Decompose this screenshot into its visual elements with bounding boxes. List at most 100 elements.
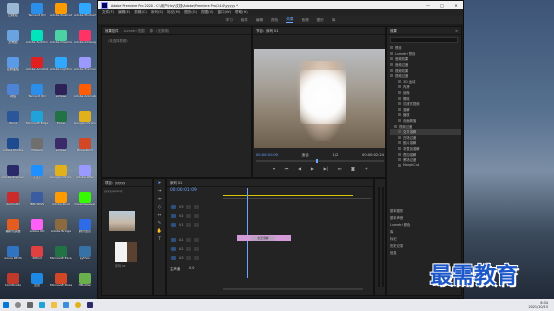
lock-icon[interactable] bbox=[186, 246, 192, 251]
workspace-tab[interactable]: 效果 bbox=[286, 17, 294, 23]
eye-icon[interactable] bbox=[194, 213, 200, 218]
v1-clip[interactable]: 交叉溶解 bbox=[237, 235, 291, 241]
desktop-shortcut[interactable]: 此电脑 bbox=[2, 30, 24, 54]
workspace-tab[interactable]: 图形 bbox=[317, 18, 324, 23]
desktop-shortcut[interactable]: Microsoft PowerPoint bbox=[50, 273, 72, 297]
track-target-icon[interactable] bbox=[171, 222, 176, 227]
lock-icon[interactable] bbox=[186, 255, 192, 260]
timeline-playhead[interactable] bbox=[247, 188, 248, 278]
desktop-shortcut[interactable]: Tencent QQ bbox=[26, 84, 48, 108]
desktop-shortcut[interactable]: Adobe Audition bbox=[26, 30, 48, 54]
minimize-button[interactable]: — bbox=[421, 3, 435, 8]
marker-icon[interactable]: ▾ bbox=[273, 166, 275, 173]
menu-item[interactable]: 编辑(E) bbox=[118, 10, 130, 15]
desktop-shortcut[interactable]: 迅雷 bbox=[26, 273, 48, 297]
desktop-shortcut[interactable]: XMind bbox=[26, 246, 48, 270]
desktop-shortcut[interactable]: Adobe After bbox=[74, 165, 96, 189]
eye-icon[interactable] bbox=[194, 237, 200, 242]
desktop-shortcut[interactable]: python bbox=[74, 246, 96, 270]
play-icon[interactable]: ▶ bbox=[311, 166, 314, 173]
desktop-shortcut[interactable]: 回收站 bbox=[2, 3, 24, 27]
desktop-shortcut[interactable]: Word bbox=[2, 111, 24, 135]
hand-icon[interactable]: ✋ bbox=[157, 229, 163, 235]
close-button[interactable]: ✕ bbox=[449, 3, 463, 8]
menu-item[interactable]: 视图(V) bbox=[201, 10, 213, 15]
desktop-shortcut[interactable]: Adobe Acrobat bbox=[26, 57, 48, 81]
step-back-icon[interactable]: ⏮ bbox=[285, 166, 289, 173]
desktop-shortcut[interactable]: 钉钉 bbox=[26, 165, 48, 189]
master-volume[interactable]: 0.0 bbox=[189, 266, 194, 270]
ripple-edit-icon[interactable]: ⟛ bbox=[157, 197, 163, 203]
eye-icon[interactable] bbox=[194, 246, 200, 251]
desktop-shortcut[interactable]: Microsoft Edge bbox=[26, 111, 48, 135]
menu-icon[interactable]: ≡ bbox=[455, 29, 458, 33]
desktop-shortcut[interactable]: IBM SPSS bbox=[26, 192, 48, 216]
sequence-thumbnail[interactable] bbox=[115, 242, 137, 262]
workspace-tab[interactable]: 库 bbox=[332, 18, 336, 23]
desktop-shortcut[interactable]: Excel bbox=[50, 111, 72, 135]
workspace-tab[interactable]: 编辑 bbox=[256, 18, 263, 23]
tab-program[interactable]: 节目：序列 01 bbox=[256, 28, 278, 33]
desktop-shortcut[interactable]: Google Chrome bbox=[74, 111, 96, 135]
panel-list-item[interactable]: 历史记录 bbox=[390, 242, 464, 249]
time-ruler[interactable] bbox=[223, 188, 371, 278]
tab-effects[interactable]: 效果 bbox=[390, 28, 397, 33]
timeline-scrollbar[interactable] bbox=[223, 288, 363, 290]
clock-date[interactable]: 2021/10/15 bbox=[528, 305, 548, 309]
track-header[interactable]: A1 bbox=[171, 236, 200, 243]
resolution-dropdown[interactable]: 1/2 bbox=[333, 153, 339, 157]
windows-start-icon[interactable] bbox=[3, 302, 9, 308]
workspace-tab[interactable]: 组件 bbox=[241, 18, 248, 23]
eye-icon[interactable] bbox=[194, 222, 200, 227]
desktop-shortcut[interactable]: PowerPoint bbox=[74, 138, 96, 162]
track-header[interactable]: V1 bbox=[171, 221, 200, 228]
chrome-icon[interactable] bbox=[75, 302, 81, 308]
desktop-shortcut[interactable]: Adobe Illustrator bbox=[50, 3, 72, 27]
panel-list-item[interactable]: 基本声音 bbox=[390, 214, 464, 221]
desktop-shortcut[interactable]: HBuilder bbox=[74, 273, 96, 297]
menu-item[interactable]: 剪辑(C) bbox=[134, 10, 147, 15]
desktop-shortcut[interactable]: Adobe Dreamwea bbox=[50, 30, 72, 54]
track-header[interactable]: A3 bbox=[171, 254, 200, 261]
desktop-shortcut[interactable]: Adobe InDesign bbox=[74, 30, 96, 54]
menu-item[interactable]: 图形(G) bbox=[184, 10, 197, 15]
desktop-shortcut[interactable]: 福昕阅读器 bbox=[2, 219, 24, 243]
tab-sequence[interactable]: 序列 01 bbox=[170, 180, 182, 185]
task-view-icon[interactable] bbox=[27, 302, 33, 308]
track-target-icon[interactable] bbox=[171, 204, 176, 209]
lock-icon[interactable] bbox=[186, 237, 192, 242]
export-frame-icon[interactable]: ◙ bbox=[351, 166, 355, 173]
effects-tree-item[interactable]: MorphCut bbox=[390, 162, 461, 168]
razor-icon[interactable]: ◇ bbox=[157, 205, 163, 211]
panel-list-item[interactable]: 基本图形 bbox=[390, 207, 464, 214]
desktop-shortcut[interactable]: Adobe Photoshop bbox=[74, 3, 96, 27]
clip-thumbnail[interactable] bbox=[109, 211, 135, 231]
lock-icon[interactable] bbox=[186, 222, 192, 227]
eye-icon[interactable] bbox=[194, 204, 200, 209]
track-target-icon[interactable] bbox=[171, 255, 176, 260]
desktop-shortcut[interactable]: Microsoft Excel bbox=[50, 246, 72, 270]
lock-icon[interactable] bbox=[186, 204, 192, 209]
track-header[interactable]: V2 bbox=[171, 212, 200, 219]
panel-tab[interactable]: Lumetri 范围 bbox=[124, 28, 145, 33]
track-target-icon[interactable] bbox=[171, 213, 176, 218]
menu-item[interactable]: 窗口(W) bbox=[217, 10, 231, 15]
playhead-marker[interactable] bbox=[316, 159, 318, 163]
menu-item[interactable]: 序列(S) bbox=[151, 10, 163, 15]
panel-list-item[interactable]: 库 bbox=[390, 228, 464, 235]
lock-icon[interactable] bbox=[186, 213, 192, 218]
desktop-shortcut[interactable]: Adobe Illust bbox=[50, 192, 72, 216]
desktop-shortcut[interactable]: Azure RTOS bbox=[2, 246, 24, 270]
desktop-shortcut[interactable]: Adobe Premiere bbox=[74, 57, 96, 81]
step-forward-icon[interactable]: ⏭ bbox=[338, 166, 342, 173]
track-target-icon[interactable] bbox=[171, 246, 176, 251]
store-icon[interactable] bbox=[63, 302, 69, 308]
desktop-shortcut[interactable]: Adobe Animate bbox=[74, 84, 96, 108]
desktop-shortcut[interactable]: eclipse bbox=[50, 138, 72, 162]
desktop-shortcut[interactable]: Adobe Premiere bbox=[2, 165, 24, 189]
work-area-bar[interactable] bbox=[223, 195, 353, 196]
desktop-shortcut[interactable]: CamStudio bbox=[2, 273, 24, 297]
transition-clip[interactable]: 交叉溶解 bbox=[251, 235, 275, 241]
maximize-button[interactable]: □ bbox=[435, 3, 449, 8]
desktop-shortcut[interactable]: 腾讯会议 bbox=[74, 219, 96, 243]
